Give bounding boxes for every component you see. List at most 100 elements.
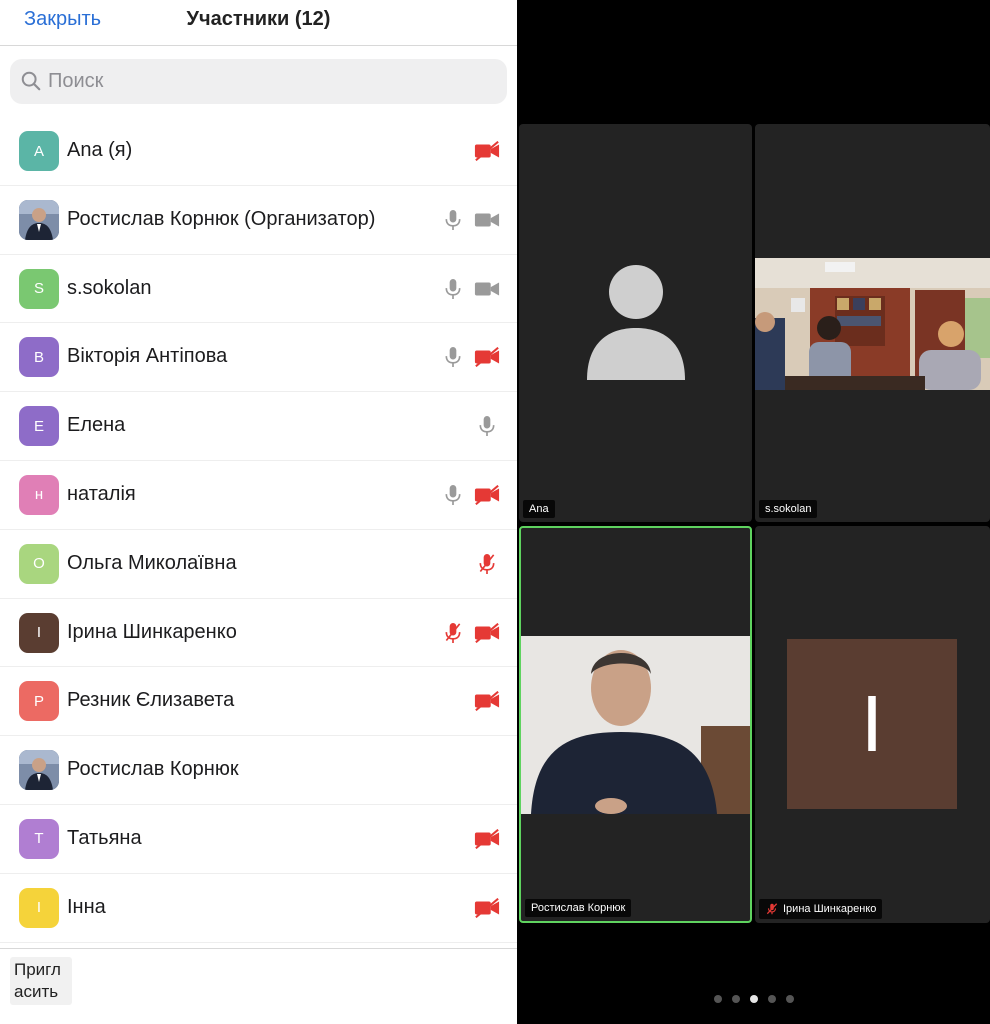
avatar-initial: I <box>860 679 884 768</box>
video-off-icon <box>474 895 500 921</box>
avatar: I <box>19 612 59 653</box>
search-icon <box>21 71 41 91</box>
avatar: T <box>19 818 59 859</box>
mic-icon <box>440 207 466 233</box>
participant-row[interactable]: E Елена <box>0 392 517 461</box>
video-camera-icon <box>474 207 500 233</box>
participant-status-icons <box>474 892 500 924</box>
participant-name: Елена <box>67 414 126 437</box>
search-input[interactable] <box>48 59 488 104</box>
video-tile-ana[interactable]: Ana <box>519 124 752 522</box>
user-silhouette-icon <box>587 265 685 380</box>
participant-status-icons <box>440 479 500 511</box>
participants-panel: Закрыть Участники (12) A Ana (я) Ростислав… <box>0 0 517 1024</box>
participant-status-icons <box>440 617 500 649</box>
panel-header: Закрыть Участники (12) <box>0 0 517 46</box>
page-dot[interactable] <box>731 995 740 1003</box>
video-camera-icon <box>474 276 500 302</box>
avatar-initial: I <box>36 899 42 917</box>
mic-icon <box>474 413 500 439</box>
avatar-initial: O <box>33 555 45 573</box>
tile-name-label: Ірина Шинкаренко <box>759 899 883 919</box>
participant-name: Ростислав Корнюк <box>67 758 239 781</box>
avatar: S <box>19 268 59 309</box>
mic-muted-icon <box>440 620 466 646</box>
panel-footer: Пригласить <box>0 948 517 1024</box>
tile-name-label: Ростислав Корнюк <box>525 899 632 917</box>
video-tile-iryna[interactable]: I Ірина Шинкаренко <box>755 526 990 923</box>
video-tile-sokolan[interactable]: s.sokolan <box>755 124 990 522</box>
avatar <box>19 750 59 791</box>
participant-name: Ростислав Корнюк (Организатор) <box>67 207 376 230</box>
participant-row[interactable]: н наталія <box>0 461 517 530</box>
participant-list: A Ana (я) Ростислав Корнюк (Организатор) Ss… <box>0 117 517 943</box>
page-dot[interactable] <box>749 995 758 1003</box>
avatar: P <box>19 681 59 722</box>
avatar-initial: P <box>33 692 44 710</box>
participant-row[interactable]: O Ольга Миколаївна <box>0 530 517 599</box>
participant-row[interactable]: A Ana (я) <box>0 117 517 186</box>
avatar-initial: T <box>34 830 44 848</box>
video-off-icon <box>474 826 500 852</box>
participant-name: Ольга Миколаївна <box>67 551 237 574</box>
avatar-initial: S <box>33 280 44 298</box>
page-indicator <box>517 995 990 1007</box>
participant-name: s.sokolan <box>67 276 152 299</box>
participant-name: Ana (я) <box>67 139 133 161</box>
tile-name-text: s.sokolan <box>765 503 812 515</box>
video-off-icon <box>474 138 500 164</box>
avatar: н <box>19 474 59 515</box>
participant-status-icons <box>474 135 500 167</box>
participant-row[interactable]: B Вікторія Антіпова <box>0 323 517 393</box>
participant-row[interactable]: P Резник Єлизавета <box>0 667 517 737</box>
avatar: I <box>19 887 59 928</box>
avatar-initial: B <box>33 348 44 366</box>
mic-muted-icon <box>474 551 500 577</box>
page-dot[interactable] <box>767 995 776 1003</box>
avatar: E <box>19 406 59 447</box>
participant-row[interactable]: Ss.sokolan <box>0 255 517 324</box>
participant-row[interactable]: Ростислав Корнюк (Организатор) <box>0 186 517 255</box>
video-off-icon <box>474 344 500 370</box>
search-bar <box>10 59 507 104</box>
mic-muted-icon <box>766 903 778 915</box>
tile-name-label: Ana <box>523 500 555 518</box>
invite-button[interactable]: Пригласить <box>10 957 72 1005</box>
participant-status-icons <box>474 410 500 442</box>
mic-icon <box>440 344 466 370</box>
page-dot[interactable] <box>713 995 722 1003</box>
participant-name: Інна <box>67 895 106 918</box>
participant-status-icons <box>474 823 500 855</box>
tile-name-label: s.sokolan <box>759 500 818 518</box>
avatar: I <box>787 639 957 809</box>
avatar <box>19 199 59 240</box>
video-grid: Ana s.sokolan Ростислав Корнюк I Ірина Ш… <box>517 0 990 1024</box>
participant-row[interactable]: T Татьяна <box>0 805 517 874</box>
avatar-initial: I <box>36 624 42 642</box>
mic-icon <box>440 276 466 302</box>
avatar-initial: н <box>34 486 44 504</box>
participant-row[interactable]: I Ірина Шинкаренко <box>0 599 517 668</box>
avatar-initial: A <box>33 142 44 160</box>
tile-name-text: Ana <box>529 503 549 515</box>
participant-name: Вікторія Антіпова <box>67 345 228 368</box>
participant-row[interactable]: I Інна <box>0 874 517 943</box>
participant-row[interactable]: Ростислав Корнюк <box>0 736 517 805</box>
page-title: Участники (12) <box>186 8 331 30</box>
avatar: O <box>19 543 59 584</box>
page-dot[interactable] <box>785 995 794 1003</box>
participant-status-icons <box>474 685 500 717</box>
participant-status-icons <box>474 548 500 580</box>
tile-name-text: Ірина Шинкаренко <box>783 903 877 915</box>
avatar-initial: E <box>33 417 44 435</box>
participant-name: Ірина Шинкаренко <box>67 620 237 643</box>
participant-status-icons <box>440 341 500 373</box>
video-off-icon <box>474 688 500 714</box>
video-feed-office <box>755 258 990 390</box>
avatar: A <box>19 131 59 171</box>
mic-icon <box>440 482 466 508</box>
video-tile-rostyslav[interactable]: Ростислав Корнюк <box>519 526 752 923</box>
avatar: B <box>19 337 59 378</box>
participant-status-icons <box>440 204 500 236</box>
participant-status-icons <box>440 273 500 305</box>
